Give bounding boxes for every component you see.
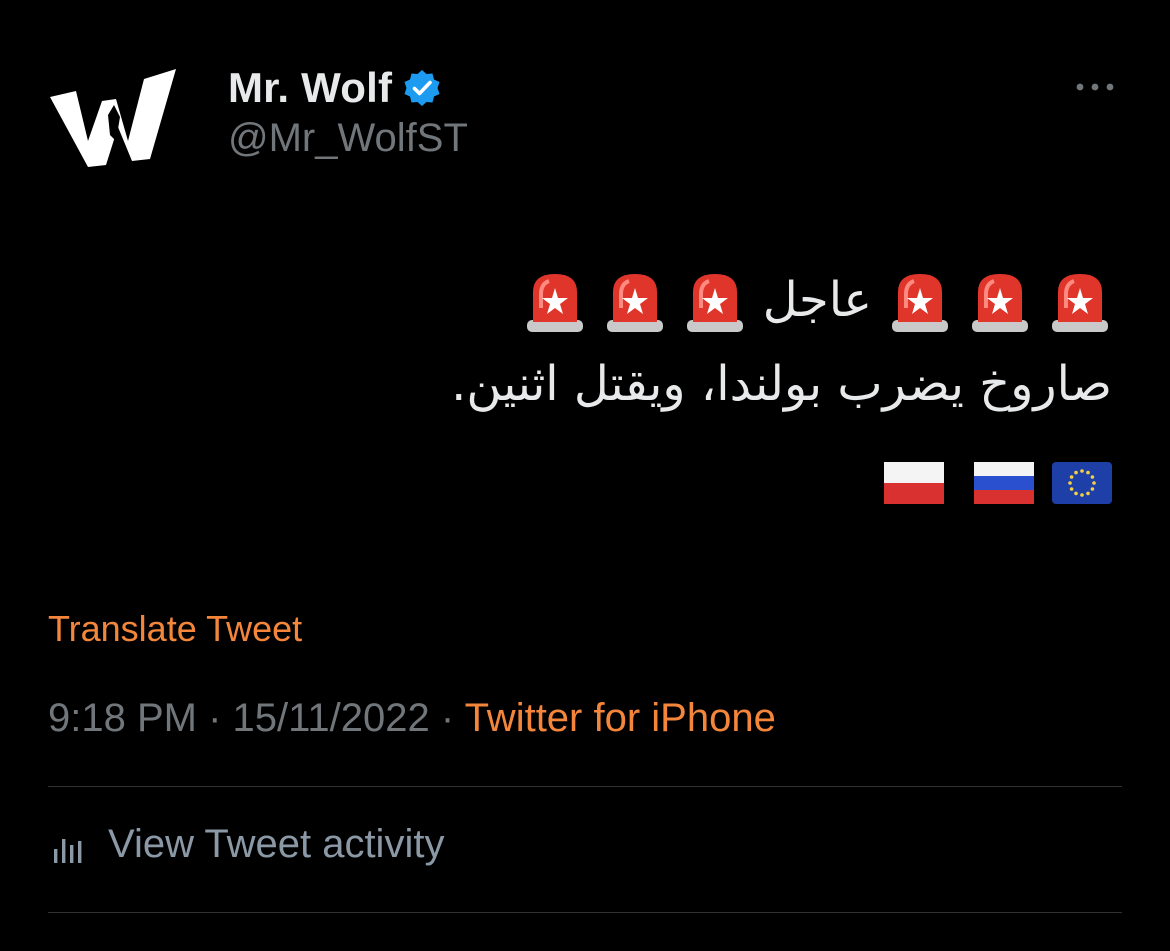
meta-separator: · — [196, 696, 233, 740]
wolf-logo-icon — [50, 69, 176, 167]
ellipsis-icon — [1076, 83, 1114, 91]
author-handle[interactable]: @Mr_WolfST — [228, 116, 468, 161]
siren-emoji-icon — [686, 274, 743, 332]
view-tweet-activity-button[interactable]: View Tweet activity — [48, 822, 444, 867]
avatar[interactable] — [48, 55, 183, 170]
tweet-flags — [854, 462, 1112, 504]
meta-separator: · — [429, 696, 465, 740]
flag-russia-icon — [974, 462, 1034, 504]
author-name[interactable]: Mr. Wolf — [228, 64, 392, 112]
tweet-word-urgent: عاجل — [762, 272, 872, 328]
siren-emoji-icon — [892, 274, 948, 332]
siren-emoji-icon — [1052, 274, 1108, 332]
tweet-line-urgent: عاجل — [52, 258, 1112, 334]
siren-emoji-icon — [972, 274, 1028, 332]
divider — [48, 786, 1122, 787]
tweet-source-link[interactable]: Twitter for iPhone — [465, 696, 776, 740]
tweet-meta: 9:18 PM · 15/11/2022 · Twitter for iPhon… — [48, 696, 776, 741]
verified-badge-icon — [404, 70, 440, 106]
tweet-date: 15/11/2022 — [232, 696, 430, 740]
translate-tweet-link[interactable]: Translate Tweet — [48, 608, 302, 650]
siren-emoji-icon — [526, 274, 583, 332]
view-tweet-activity-label: View Tweet activity — [108, 822, 445, 866]
tweet-time: 9:18 PM — [48, 696, 197, 740]
activity-bar-chart-icon — [54, 838, 82, 863]
flag-poland-icon — [884, 462, 944, 504]
flag-eu-icon — [1052, 462, 1112, 504]
more-options-button[interactable] — [1072, 72, 1118, 102]
tweet-body-text: صاروخ يضرب بولندا، ويقتل اثنين. — [451, 356, 1112, 412]
author-name-row[interactable]: Mr. Wolf — [228, 62, 442, 114]
divider — [48, 912, 1122, 913]
siren-emoji-icon — [606, 274, 663, 332]
